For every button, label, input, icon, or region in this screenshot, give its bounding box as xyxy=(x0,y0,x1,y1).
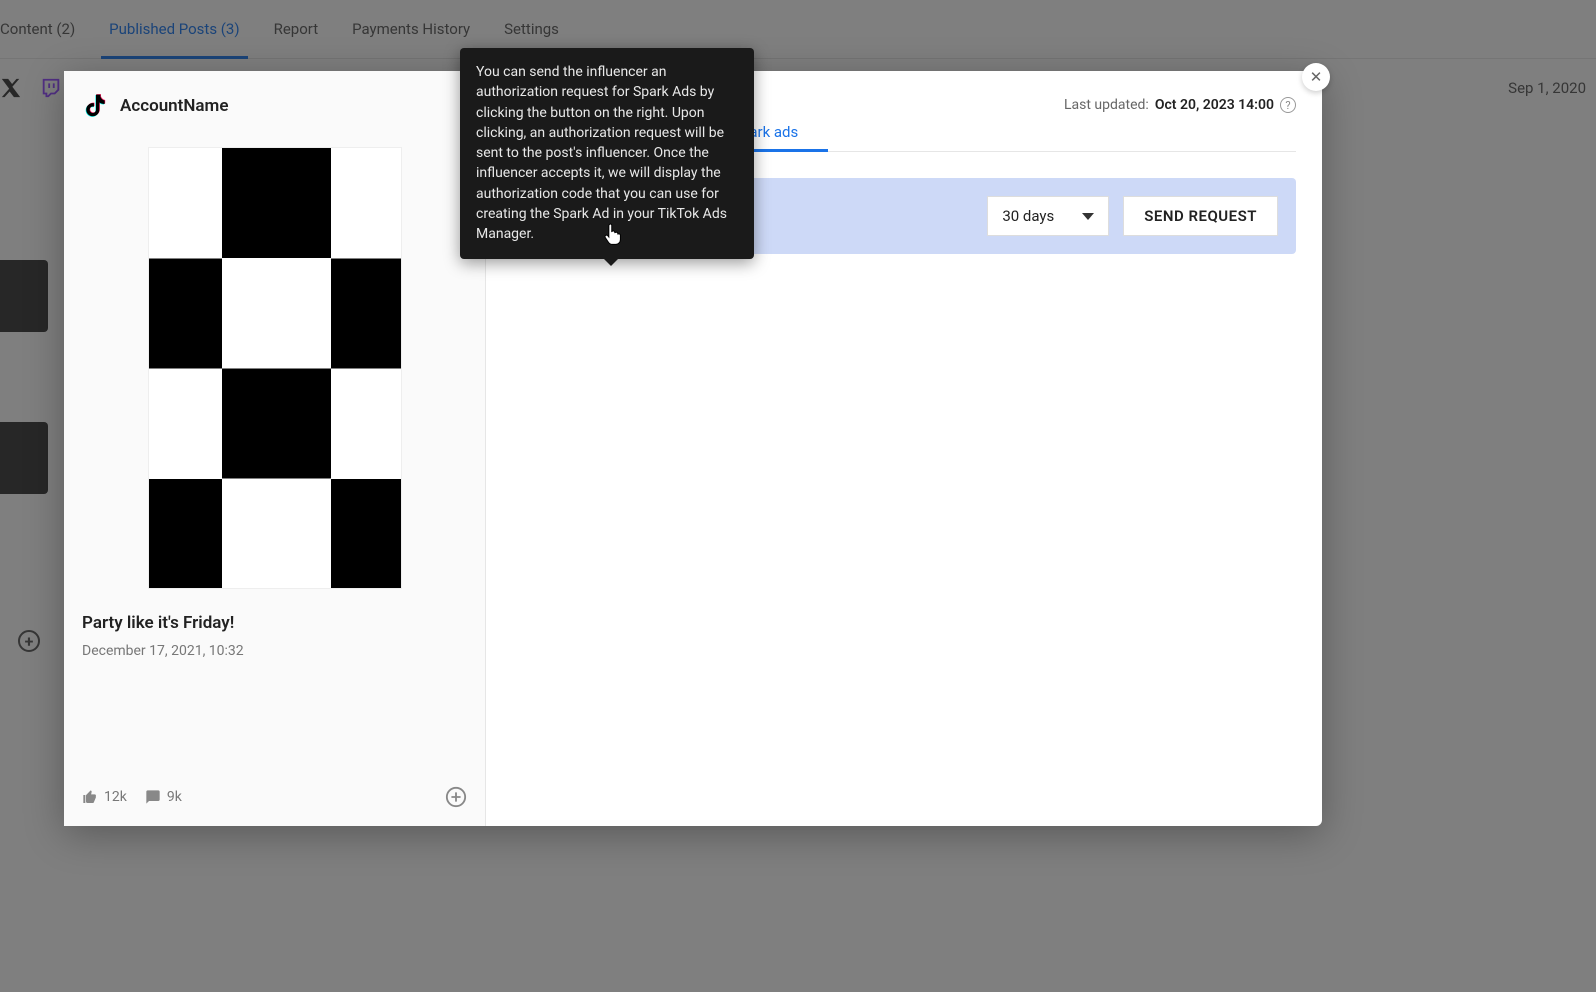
duration-dropdown[interactable]: 30 days xyxy=(987,196,1109,236)
close-button[interactable]: ✕ xyxy=(1302,63,1330,91)
account-name: AccountName xyxy=(120,96,228,116)
add-to-collection-button[interactable] xyxy=(445,786,467,808)
likes-count: 12k xyxy=(104,789,127,805)
duration-selected: 30 days xyxy=(1002,207,1054,225)
add-circle-icon xyxy=(445,786,467,808)
post-title: Party like it's Friday! xyxy=(82,613,467,633)
send-request-button[interactable]: SEND REQUEST xyxy=(1123,196,1278,236)
post-media-thumbnail[interactable] xyxy=(148,147,402,589)
tiktok-icon xyxy=(82,93,108,119)
spark-ads-tooltip: You can send the influencer an authoriza… xyxy=(460,48,754,259)
thumbs-up-icon xyxy=(82,789,98,805)
post-date: December 17, 2021, 10:32 xyxy=(82,643,467,659)
likes-stat: 12k xyxy=(82,789,127,805)
comments-count: 9k xyxy=(167,789,182,805)
comment-icon xyxy=(145,789,161,805)
close-icon: ✕ xyxy=(1310,68,1323,86)
post-stats-row: 12k 9k xyxy=(82,786,467,808)
chevron-down-icon xyxy=(1082,213,1094,220)
comments-stat: 9k xyxy=(145,789,182,805)
modal-left-pane: AccountName Party like it's Friday! Dece… xyxy=(64,71,486,826)
account-row: AccountName xyxy=(82,93,467,119)
